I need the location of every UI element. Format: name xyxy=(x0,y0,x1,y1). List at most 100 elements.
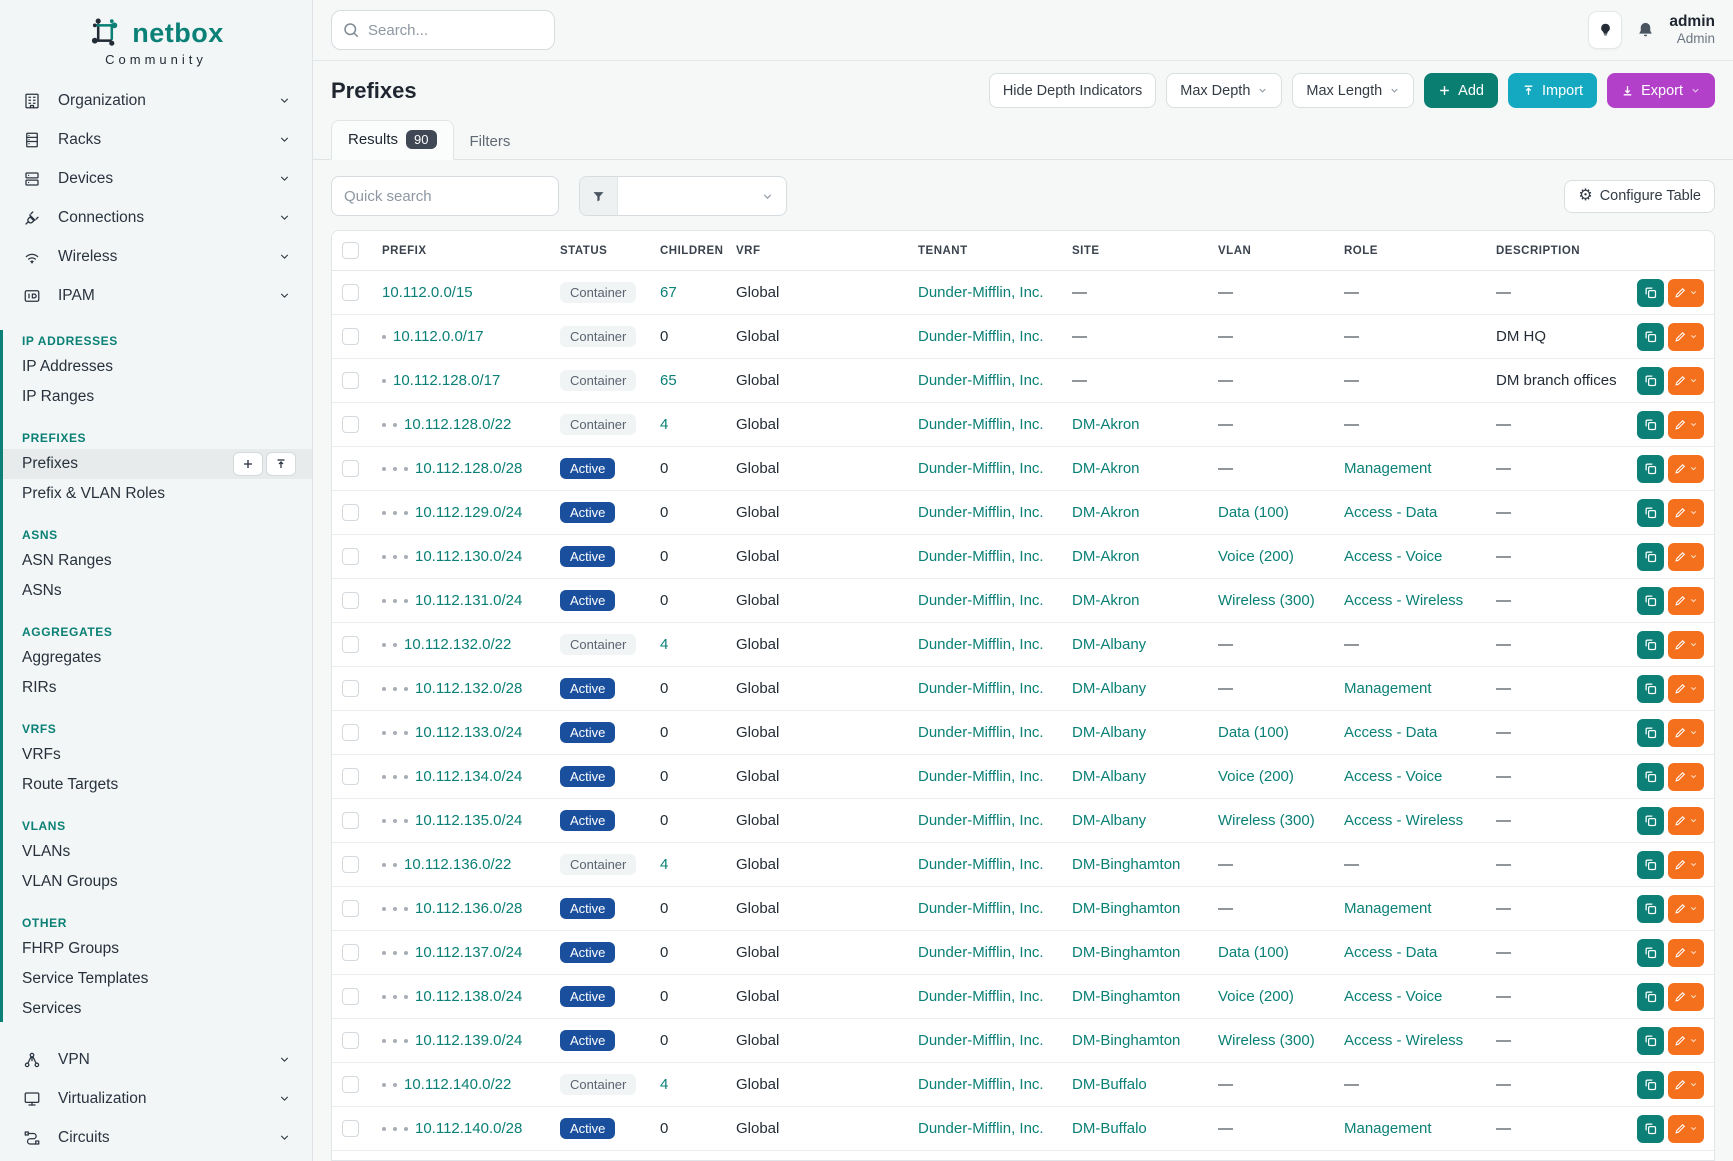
site-link[interactable]: DM-Akron xyxy=(1072,548,1140,565)
filter-button[interactable] xyxy=(580,177,618,215)
row-checkbox[interactable] xyxy=(342,680,359,697)
site-link[interactable]: DM-Albany xyxy=(1072,812,1146,829)
role-link[interactable]: Access - Wireless xyxy=(1344,592,1463,609)
column-header-vlan[interactable]: VLAN xyxy=(1208,231,1334,271)
prefix-link[interactable]: 10.112.132.0/22 xyxy=(404,636,511,653)
edit-button[interactable] xyxy=(1668,1071,1704,1099)
role-link[interactable]: Access - Data xyxy=(1344,504,1437,521)
edit-button[interactable] xyxy=(1668,367,1704,395)
sidebar-item-vlan-groups[interactable]: VLAN Groups xyxy=(0,867,312,897)
clone-button[interactable] xyxy=(1637,543,1664,571)
clone-button[interactable] xyxy=(1637,279,1664,307)
edit-button[interactable] xyxy=(1668,279,1704,307)
tenant-link[interactable]: Dunder-Mifflin, Inc. xyxy=(918,812,1044,829)
edit-button[interactable] xyxy=(1668,455,1704,483)
row-checkbox[interactable] xyxy=(342,636,359,653)
row-checkbox[interactable] xyxy=(342,1032,359,1049)
children-count-link[interactable]: 67 xyxy=(660,284,677,301)
sidebar-item-prefix-vlan-roles[interactable]: Prefix & VLAN Roles xyxy=(0,479,312,509)
tenant-link[interactable]: Dunder-Mifflin, Inc. xyxy=(918,372,1044,389)
tenant-link[interactable]: Dunder-Mifflin, Inc. xyxy=(918,460,1044,477)
quick-import-button[interactable] xyxy=(266,452,296,476)
row-checkbox[interactable] xyxy=(342,988,359,1005)
tenant-link[interactable]: Dunder-Mifflin, Inc. xyxy=(918,988,1044,1005)
role-link[interactable]: Management xyxy=(1344,1120,1432,1137)
vlan-link[interactable]: Data (100) xyxy=(1218,944,1289,961)
site-link[interactable]: DM-Akron xyxy=(1072,416,1140,433)
prefix-link[interactable]: 10.112.128.0/22 xyxy=(404,416,511,433)
edit-button[interactable] xyxy=(1668,411,1704,439)
netbox-logo[interactable]: netbox xyxy=(0,0,312,50)
clone-button[interactable] xyxy=(1637,851,1664,879)
row-checkbox[interactable] xyxy=(342,328,359,345)
sidebar-item-circuits[interactable]: Circuits xyxy=(0,1118,312,1157)
clone-button[interactable] xyxy=(1637,1115,1664,1143)
sidebar-item-fhrp-groups[interactable]: FHRP Groups xyxy=(0,934,312,964)
sidebar-item-ip-addresses[interactable]: IP Addresses xyxy=(0,352,312,382)
site-link[interactable]: DM-Binghamton xyxy=(1072,900,1180,917)
tenant-link[interactable]: Dunder-Mifflin, Inc. xyxy=(918,724,1044,741)
column-header-description[interactable]: DESCRIPTION xyxy=(1486,231,1628,271)
sidebar-item-organization[interactable]: Organization xyxy=(0,81,312,120)
prefix-link[interactable]: 10.112.128.0/17 xyxy=(393,372,500,389)
vlan-link[interactable]: Wireless (300) xyxy=(1218,592,1315,609)
vlan-link[interactable]: Voice (200) xyxy=(1218,548,1294,565)
row-checkbox[interactable] xyxy=(342,504,359,521)
row-checkbox[interactable] xyxy=(342,416,359,433)
clone-button[interactable] xyxy=(1637,807,1664,835)
tenant-link[interactable]: Dunder-Mifflin, Inc. xyxy=(918,1076,1044,1093)
max-depth-dropdown[interactable]: Max Depth xyxy=(1166,73,1282,108)
column-header-role[interactable]: ROLE xyxy=(1334,231,1486,271)
sidebar-item-vrfs[interactable]: VRFs xyxy=(0,740,312,770)
column-header-vrf[interactable]: VRF xyxy=(726,231,908,271)
site-link[interactable]: DM-Binghamton xyxy=(1072,856,1180,873)
prefix-link[interactable]: 10.112.130.0/24 xyxy=(415,548,522,565)
import-button[interactable]: Import xyxy=(1508,73,1597,108)
site-link[interactable]: DM-Buffalo xyxy=(1072,1120,1147,1137)
sidebar-item-wireless[interactable]: Wireless xyxy=(0,237,312,276)
role-link[interactable]: Access - Wireless xyxy=(1344,1032,1463,1049)
vlan-link[interactable]: Data (100) xyxy=(1218,724,1289,741)
tenant-link[interactable]: Dunder-Mifflin, Inc. xyxy=(918,680,1044,697)
tenant-link[interactable]: Dunder-Mifflin, Inc. xyxy=(918,328,1044,345)
edit-button[interactable] xyxy=(1668,939,1704,967)
column-header-site[interactable]: SITE xyxy=(1062,231,1208,271)
clone-button[interactable] xyxy=(1637,939,1664,967)
column-header-status[interactable]: STATUS xyxy=(550,231,650,271)
site-link[interactable]: DM-Albany xyxy=(1072,680,1146,697)
clone-button[interactable] xyxy=(1637,895,1664,923)
user-menu[interactable]: admin Admin xyxy=(1669,13,1715,46)
prefix-link[interactable]: 10.112.132.0/28 xyxy=(415,680,522,697)
prefix-link[interactable]: 10.112.140.0/28 xyxy=(415,1120,522,1137)
role-link[interactable]: Management xyxy=(1344,460,1432,477)
prefix-link[interactable]: 10.112.135.0/24 xyxy=(415,812,522,829)
vlan-link[interactable]: Wireless (300) xyxy=(1218,812,1315,829)
max-length-dropdown[interactable]: Max Length xyxy=(1292,73,1414,108)
row-checkbox[interactable] xyxy=(342,900,359,917)
row-checkbox[interactable] xyxy=(342,812,359,829)
sidebar-item-virtualization[interactable]: Virtualization xyxy=(0,1079,312,1118)
children-count-link[interactable]: 65 xyxy=(660,372,677,389)
sidebar-item-aggregates[interactable]: Aggregates xyxy=(0,643,312,673)
theme-toggle-button[interactable] xyxy=(1588,11,1622,49)
tenant-link[interactable]: Dunder-Mifflin, Inc. xyxy=(918,636,1044,653)
row-checkbox[interactable] xyxy=(342,592,359,609)
tenant-link[interactable]: Dunder-Mifflin, Inc. xyxy=(918,592,1044,609)
row-checkbox[interactable] xyxy=(342,1076,359,1093)
tenant-link[interactable]: Dunder-Mifflin, Inc. xyxy=(918,944,1044,961)
vlan-link[interactable]: Data (100) xyxy=(1218,504,1289,521)
edit-button[interactable] xyxy=(1668,1115,1704,1143)
site-link[interactable]: DM-Albany xyxy=(1072,768,1146,785)
row-checkbox[interactable] xyxy=(342,944,359,961)
row-checkbox[interactable] xyxy=(342,460,359,477)
clone-button[interactable] xyxy=(1637,587,1664,615)
row-checkbox[interactable] xyxy=(342,372,359,389)
tenant-link[interactable]: Dunder-Mifflin, Inc. xyxy=(918,504,1044,521)
role-link[interactable]: Access - Voice xyxy=(1344,988,1442,1005)
site-link[interactable]: DM-Albany xyxy=(1072,724,1146,741)
sidebar-item-vlans[interactable]: VLANs xyxy=(0,837,312,867)
vlan-link[interactable]: Voice (200) xyxy=(1218,988,1294,1005)
clone-button[interactable] xyxy=(1637,323,1664,351)
prefix-link[interactable]: 10.112.128.0/28 xyxy=(415,460,522,477)
children-count-link[interactable]: 4 xyxy=(660,856,668,873)
